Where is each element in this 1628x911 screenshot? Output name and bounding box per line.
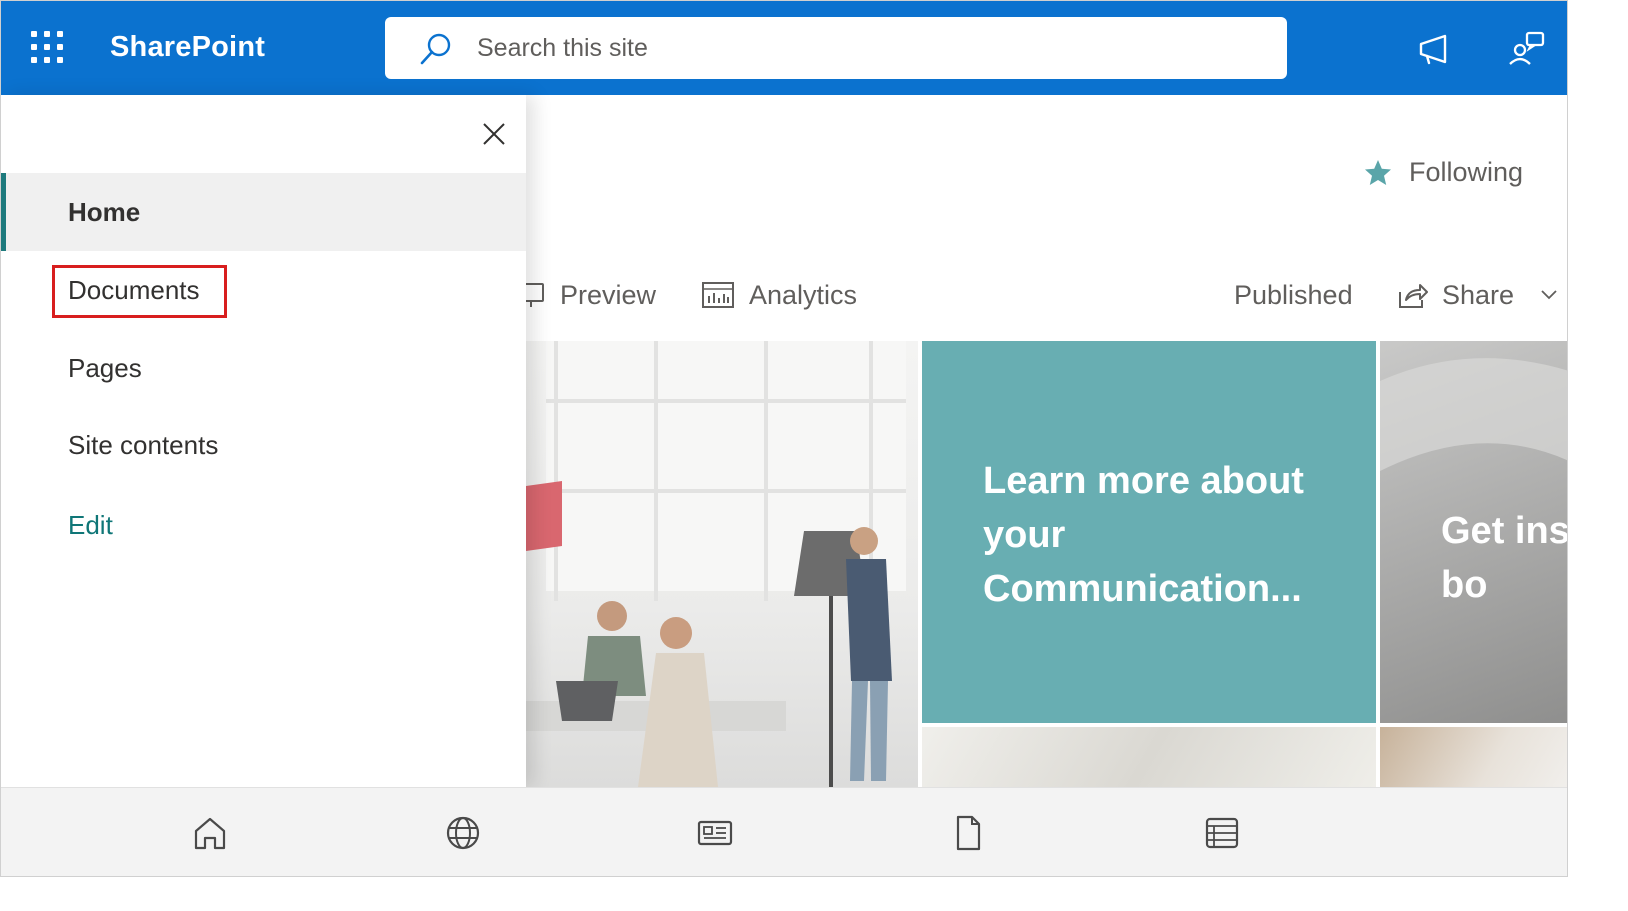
help-chat-icon[interactable] <box>1507 29 1547 69</box>
star-icon <box>1365 159 1391 185</box>
app-launcher-icon[interactable] <box>31 31 65 65</box>
search-box[interactable] <box>385 17 1287 79</box>
suite-bar: SharePoint <box>1 1 1567 95</box>
share-icon <box>1399 284 1428 308</box>
share-button[interactable]: Share <box>1396 277 1558 313</box>
hero-tile-communication[interactable]: Learn more about your Communication... <box>922 341 1376 723</box>
globe-icon[interactable] <box>443 813 483 853</box>
bottom-nav-bar <box>1 787 1567 876</box>
share-label: Share <box>1442 279 1515 310</box>
app-frame: SharePoint Following <box>0 0 1568 877</box>
published-status: Published <box>1234 277 1353 313</box>
search-icon <box>420 33 451 65</box>
hero-tile-inspiration[interactable]: Get insp the Sha look bo <box>1380 341 1568 723</box>
news-icon[interactable] <box>695 813 735 853</box>
list-icon[interactable] <box>1202 813 1242 853</box>
chevron-down-icon[interactable] <box>1540 289 1558 301</box>
nav-item-pages[interactable]: Pages <box>1 329 526 407</box>
preview-label: Preview <box>560 279 657 310</box>
site-navigation-panel: Home Documents Pages Site contents Edit <box>1 95 526 787</box>
document-icon[interactable] <box>948 813 988 853</box>
close-icon[interactable] <box>477 117 511 151</box>
home-icon[interactable] <box>190 813 230 853</box>
hero-tile-title: Learn more about your Communication... <box>983 460 1304 610</box>
megaphone-icon[interactable] <box>1415 29 1455 69</box>
follow-label: Following <box>1409 157 1524 187</box>
hero-photo-tile[interactable] <box>526 341 918 787</box>
nav-item-site-contents[interactable]: Site contents <box>1 406 526 484</box>
follow-button[interactable]: Following <box>1363 157 1523 188</box>
nav-item-documents[interactable]: Documents <box>1 251 526 329</box>
nav-item-home[interactable]: Home <box>1 173 526 251</box>
analytics-icon <box>702 282 734 308</box>
nav-edit-link[interactable]: Edit <box>1 486 526 564</box>
hero-tile-bottom-right[interactable] <box>1380 727 1567 787</box>
nav-item-label: Edit <box>68 510 113 540</box>
analytics-button[interactable]: Analytics <box>701 277 857 313</box>
nav-item-label: Home <box>68 197 141 227</box>
nav-item-label: Documents <box>68 275 200 305</box>
brand-name[interactable]: SharePoint <box>110 31 265 64</box>
hero-tile-bottom-left[interactable] <box>922 727 1376 787</box>
search-input[interactable] <box>477 29 1257 67</box>
published-label: Published <box>1234 279 1353 310</box>
analytics-label: Analytics <box>749 279 858 310</box>
nav-item-label: Pages <box>68 353 142 383</box>
preview-button[interactable]: Preview <box>516 277 656 313</box>
office-photo-image <box>526 341 906 787</box>
hero-tile-title: Get insp the Sha look bo <box>1441 510 1568 606</box>
nav-item-label: Site contents <box>68 430 219 460</box>
